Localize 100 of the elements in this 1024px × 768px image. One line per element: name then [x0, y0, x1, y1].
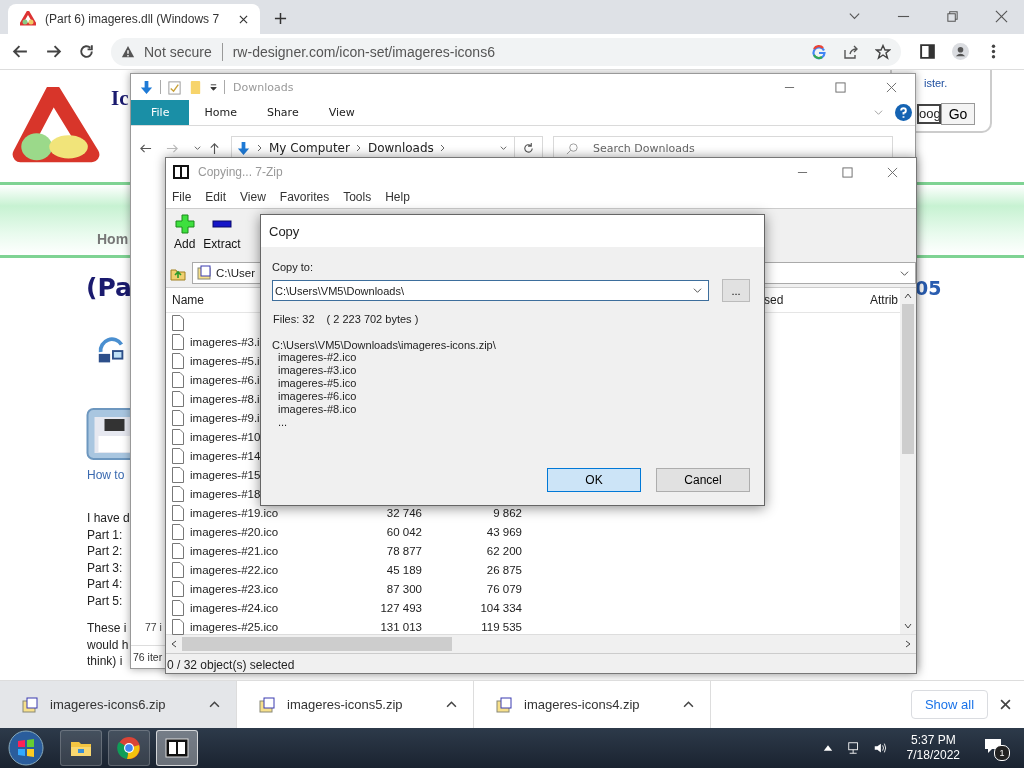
- file-name: imageres-#6.ico: [278, 390, 358, 403]
- ribbon-tab[interactable]: Share: [251, 100, 314, 125]
- toolbar-button[interactable]: Add: [174, 214, 196, 251]
- menu-item[interactable]: Help: [385, 190, 410, 204]
- taskbar-button[interactable]: [60, 730, 102, 766]
- close-icon[interactable]: [1000, 699, 1011, 710]
- destination-field[interactable]: C:\Users\VM5\Downloads\: [272, 280, 710, 301]
- file-name[interactable]: imageres-#21.ico: [190, 544, 279, 557]
- file-count: Files: 32: [273, 313, 315, 325]
- star-icon[interactable]: [875, 43, 891, 60]
- menu-item[interactable]: View: [240, 190, 266, 204]
- file-name[interactable]: imageres-#18: [190, 487, 261, 500]
- close-icon[interactable]: [995, 10, 1008, 23]
- side-panel-icon[interactable]: [919, 43, 936, 60]
- taskbar-button[interactable]: [156, 730, 198, 766]
- column-header[interactable]: Attrib: [870, 293, 898, 307]
- site-search-field[interactable]: oog: [917, 104, 941, 124]
- browser-tab[interactable]: (Part 6) imageres.dll (Windows 7: [8, 4, 260, 34]
- file-name[interactable]: imageres-#24.ico: [190, 601, 279, 614]
- recent-locations-icon[interactable]: [193, 143, 202, 153]
- file-name[interactable]: imageres-#10: [190, 430, 261, 443]
- file-name[interactable]: imageres-#8.i: [190, 392, 260, 405]
- file-icon: [172, 523, 184, 540]
- body-text: think) i: [87, 654, 124, 670]
- close-icon[interactable]: [887, 166, 898, 178]
- caret-icon[interactable]: [446, 699, 457, 710]
- profile-icon[interactable]: [952, 43, 969, 60]
- scroll-down-icon[interactable]: [903, 621, 913, 631]
- file-name[interactable]: imageres-#6.i: [190, 373, 260, 386]
- ribbon-tab[interactable]: View: [313, 100, 370, 125]
- scroll-up-icon[interactable]: [903, 291, 913, 301]
- forward-icon[interactable]: [45, 43, 62, 60]
- file-name[interactable]: imageres-#22.ico: [190, 563, 279, 576]
- file-name[interactable]: imageres-#3.i: [190, 335, 260, 348]
- reload-icon[interactable]: [78, 43, 95, 60]
- toolbar-button[interactable]: Extract: [203, 214, 241, 251]
- clock[interactable]: 5:37 PM 7/18/2022: [906, 733, 960, 763]
- file-icon: [172, 485, 184, 502]
- taskbar-button[interactable]: [108, 730, 150, 766]
- security-status[interactable]: Not secure: [144, 43, 212, 60]
- file-name: imageres-#3.ico: [278, 364, 358, 377]
- file-name[interactable]: imageres-#15: [190, 468, 261, 481]
- start-button-icon[interactable]: [8, 730, 44, 766]
- file-icon: [172, 466, 184, 483]
- network-icon[interactable]: [846, 741, 861, 755]
- close-tab-icon[interactable]: [239, 14, 248, 24]
- browse-button[interactable]: ...: [722, 279, 750, 302]
- g-letter-icon[interactable]: [811, 43, 827, 60]
- close-icon[interactable]: [886, 81, 897, 93]
- back-icon[interactable]: [12, 43, 29, 60]
- new-tab-icon[interactable]: [274, 12, 287, 25]
- ok-button[interactable]: OK: [547, 468, 641, 492]
- nav-link[interactable]: Hom: [97, 231, 129, 247]
- file-name[interactable]: imageres-#25.ico: [190, 620, 279, 633]
- how-to-link[interactable]: How to: [87, 468, 125, 482]
- menu-item[interactable]: Favorites: [279, 190, 330, 204]
- help-icon[interactable]: [895, 104, 912, 121]
- dropdown-icon[interactable]: [209, 82, 218, 92]
- ribbon-tab[interactable]: Home: [189, 100, 252, 125]
- breadcrumb-item[interactable]: My Computer: [269, 141, 350, 155]
- restore-icon[interactable]: [946, 10, 959, 23]
- speaker-icon[interactable]: [872, 741, 887, 755]
- table-cell: 62 200: [486, 544, 522, 557]
- caret-icon[interactable]: [209, 699, 220, 710]
- scroll-left-icon[interactable]: [169, 639, 179, 649]
- file-icon: [172, 428, 184, 445]
- caret-icon[interactable]: [683, 699, 694, 710]
- file-name[interactable]: imageres-#9.i: [190, 411, 260, 424]
- up-icon[interactable]: [208, 141, 221, 155]
- horizontal-scrollbar[interactable]: [166, 634, 916, 653]
- show-all-button[interactable]: Show all: [911, 690, 988, 719]
- breadcrumb-item[interactable]: Downloads: [367, 141, 434, 155]
- file-name[interactable]: imageres-#14: [190, 449, 261, 462]
- menu-item[interactable]: Edit: [205, 190, 227, 204]
- go-button[interactable]: Go: [941, 103, 975, 125]
- scroll-right-icon[interactable]: [903, 639, 913, 649]
- column-header[interactable]: sed: [764, 293, 784, 307]
- column-header[interactable]: Name: [172, 293, 204, 307]
- menu-item[interactable]: File: [172, 190, 192, 204]
- file-name[interactable]: imageres-#23.ico: [190, 582, 279, 595]
- download-item[interactable]: imageres-icons6.zip: [0, 681, 237, 728]
- chevron-icon: [257, 143, 263, 153]
- address-bar[interactable]: Not secure rw-designer.com/icon-set/imageres-icons6: [111, 37, 901, 66]
- download-arrow-icon[interactable]: [139, 79, 154, 95]
- file-icon: [172, 409, 184, 426]
- maximize-icon[interactable]: [842, 166, 853, 178]
- share-icon[interactable]: [843, 43, 859, 60]
- menu-icon[interactable]: [991, 43, 996, 60]
- vertical-scrollbar[interactable]: [900, 288, 916, 634]
- notifications-button[interactable]: 1: [984, 735, 1010, 761]
- file-name[interactable]: imageres-#19.ico: [190, 506, 279, 519]
- file-icon: [172, 561, 184, 578]
- maximize-icon[interactable]: [835, 81, 846, 93]
- file-icon: [172, 580, 184, 597]
- menu-item[interactable]: Tools: [343, 190, 372, 204]
- file-name[interactable]: imageres-#20.ico: [190, 525, 279, 538]
- cancel-button[interactable]: Cancel: [656, 468, 750, 492]
- register-link[interactable]: ister.: [924, 77, 948, 89]
- file-name[interactable]: imageres-#5.i: [190, 354, 260, 367]
- ribbon-tab[interactable]: File: [131, 100, 190, 125]
